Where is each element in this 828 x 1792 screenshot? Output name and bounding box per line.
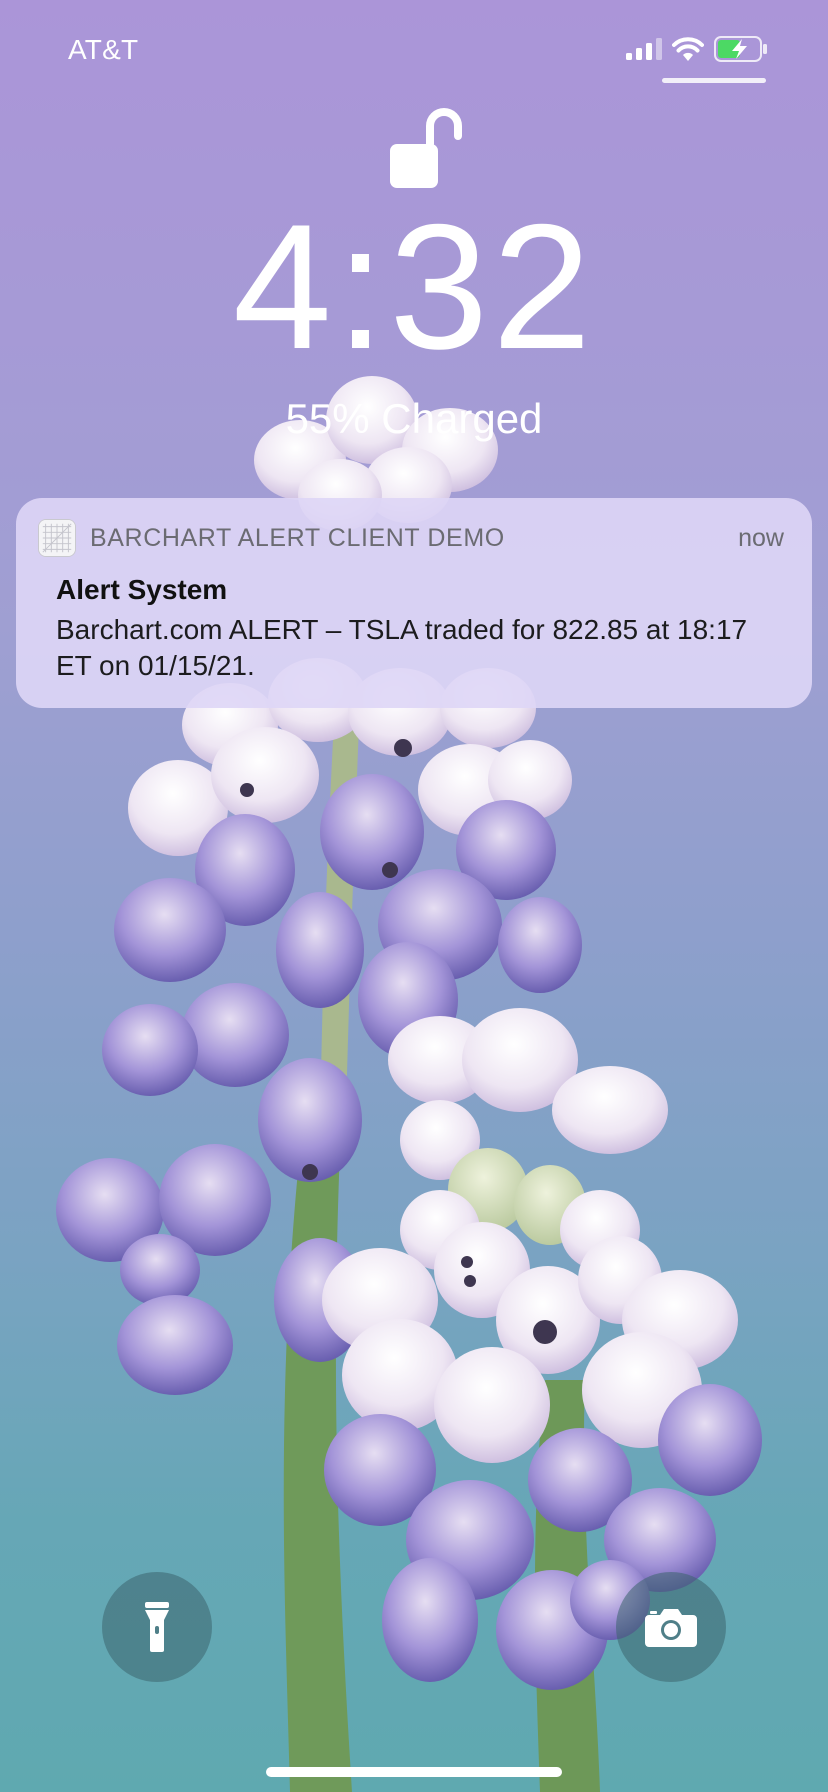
unlocked-padlock-icon (390, 108, 462, 188)
notification-title: Alert System (56, 574, 228, 605)
notification-body: Barchart.com ALERT – TSLA traded for 822… (56, 614, 748, 681)
notification-header: BARCHART ALERT CLIENT DEMO now (38, 518, 784, 558)
notification-card[interactable]: BARCHART ALERT CLIENT DEMO now Alert Sys… (16, 498, 812, 708)
camera-button[interactable] (616, 1572, 726, 1682)
home-indicator[interactable] (266, 1767, 562, 1777)
barchart-app-icon (38, 519, 76, 557)
cellular-signal-icon (626, 38, 662, 60)
notification-timestamp: now (738, 523, 784, 552)
battery-charging-icon (714, 36, 767, 62)
flashlight-button[interactable] (102, 1572, 212, 1682)
status-icons (626, 36, 768, 62)
notification-app-name: BARCHART ALERT CLIENT DEMO (90, 523, 505, 552)
control-center-grabber[interactable] (662, 78, 766, 83)
wifi-icon (672, 37, 704, 61)
charge-status: 55% Charged (285, 395, 543, 442)
camera-icon (645, 1609, 697, 1647)
carrier-label: AT&T (68, 34, 139, 65)
clock-time: 4:32 (232, 187, 596, 386)
flashlight-icon (145, 1602, 169, 1652)
status-bar: AT&T (0, 0, 828, 96)
